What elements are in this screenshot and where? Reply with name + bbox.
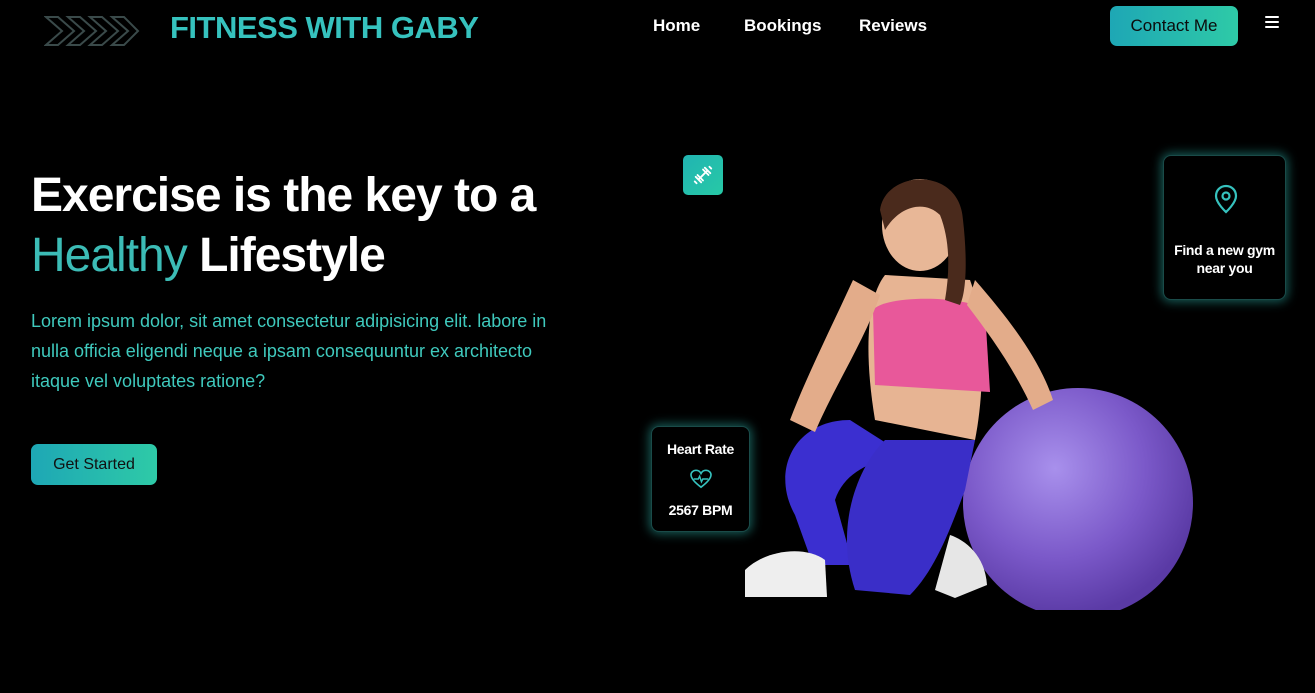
fitness-woman-illustration — [745, 179, 1193, 610]
find-gym-card[interactable]: Find a new gym near you — [1163, 155, 1286, 300]
chevron-arrows-icon — [44, 16, 140, 46]
heart-rate-card: Heart Rate 2567 BPM — [651, 426, 750, 532]
get-started-button[interactable]: Get Started — [31, 444, 157, 485]
heart-rate-label: Heart Rate — [666, 441, 735, 457]
heart-rate-value: 2567 BPM — [668, 502, 733, 518]
hero-headline: Exercise is the key to a Healthy Lifesty… — [31, 166, 536, 286]
brand-title[interactable]: FITNESS WITH GABY — [170, 10, 479, 46]
dumbbell-icon — [693, 165, 713, 185]
find-gym-text: Find a new gym near you — [1174, 242, 1275, 276]
dumbbell-badge — [683, 155, 723, 195]
hero-description: Lorem ipsum dolor, sit amet consectetur … — [31, 311, 547, 391]
headline-accent: Healthy — [31, 229, 188, 282]
headline-rest: Lifestyle — [186, 229, 386, 282]
nav-reviews[interactable]: Reviews — [859, 16, 927, 36]
nav-bookings[interactable]: Bookings — [744, 16, 821, 36]
nav-home[interactable]: Home — [653, 16, 700, 36]
hamburger-menu-icon[interactable] — [1265, 16, 1279, 30]
heart-pulse-icon — [690, 469, 712, 489]
site-header: FITNESS WITH GABY Home Bookings Reviews … — [0, 0, 1315, 60]
headline-line-2: Healthy Lifestyle — [31, 226, 535, 286]
contact-button[interactable]: Contact Me — [1110, 6, 1238, 46]
map-pin-icon — [1214, 184, 1238, 214]
headline-line-1: Exercise is the key to a — [31, 169, 536, 222]
